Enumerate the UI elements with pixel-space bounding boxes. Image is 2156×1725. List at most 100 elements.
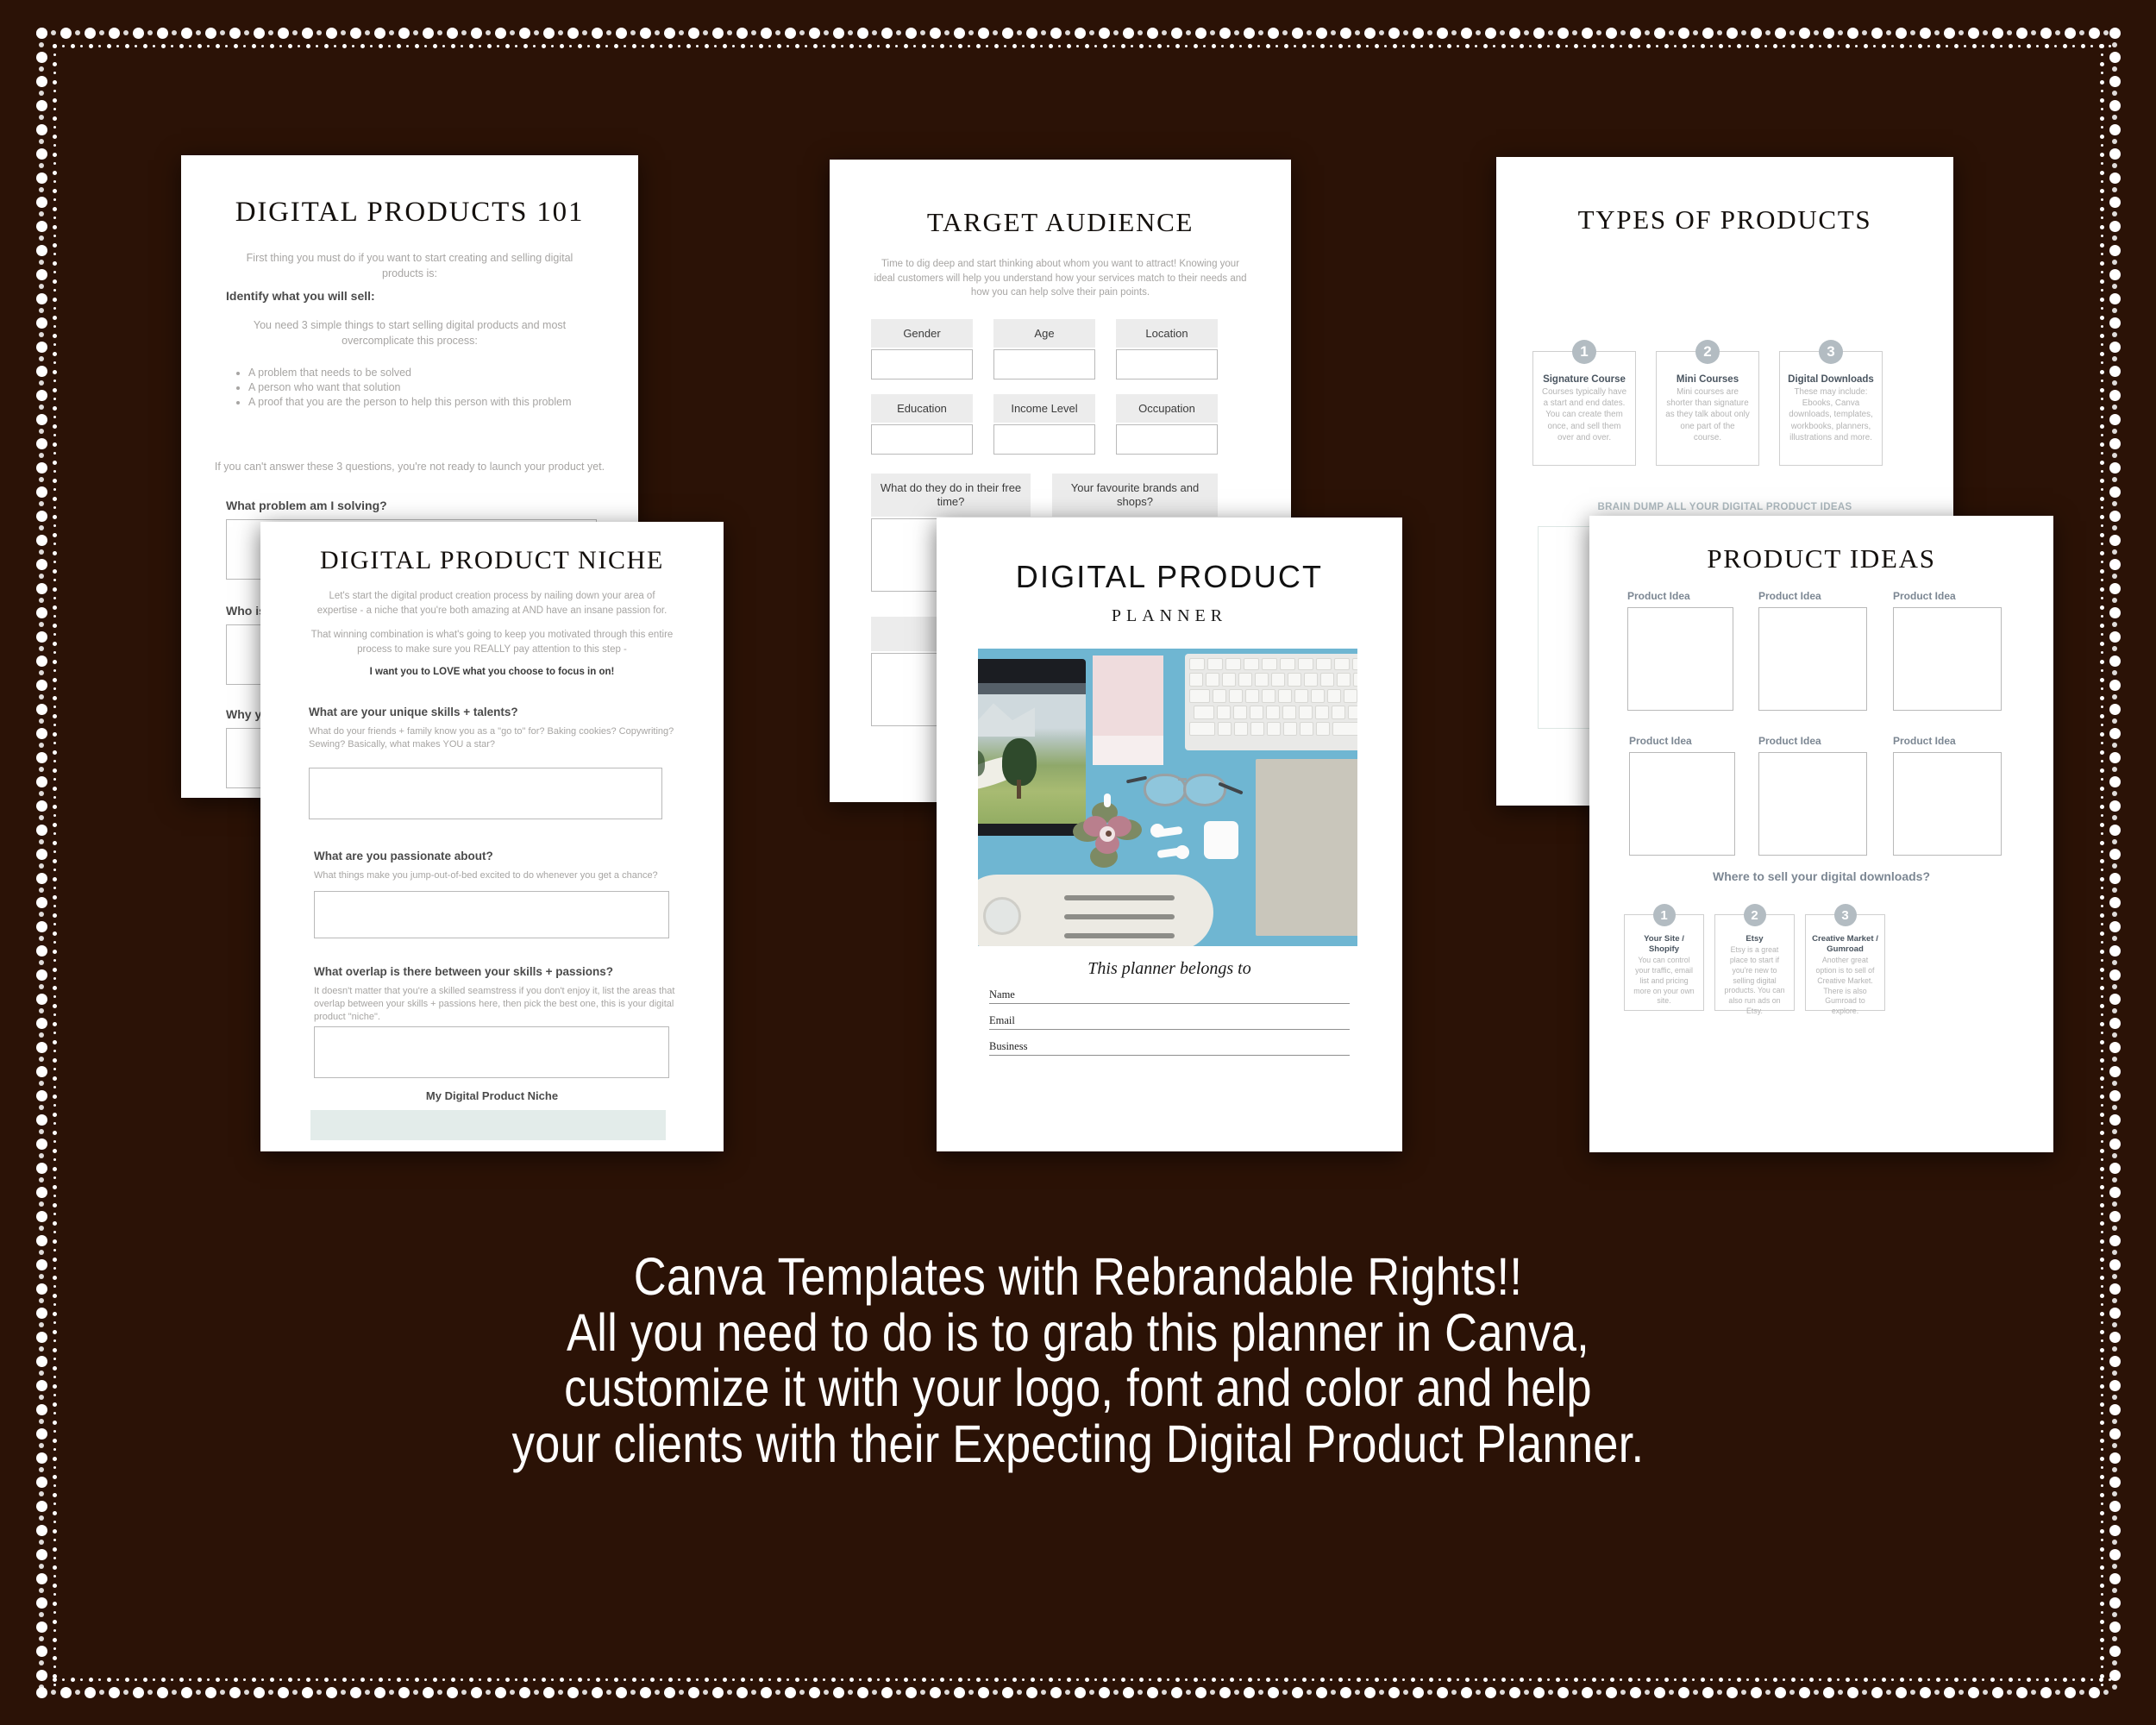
frame-dot	[2109, 1476, 2121, 1488]
frame-dot	[534, 30, 539, 35]
frame-dot	[229, 1686, 241, 1698]
field-email[interactable]: Email	[989, 1007, 1350, 1030]
frame-dot	[53, 1013, 56, 1016]
frame-dot	[2109, 655, 2121, 667]
niche-answer-highlight[interactable]	[310, 1110, 666, 1140]
frame-dot	[2099, 550, 2104, 555]
frame-dot	[1964, 44, 1966, 47]
frame-dot	[1149, 1678, 1151, 1681]
frame-dot	[2099, 1003, 2104, 1008]
frame-dot	[2099, 840, 2104, 845]
frame-dot	[1827, 43, 1832, 48]
frame-dot	[986, 1678, 988, 1681]
frame-dot	[1040, 1678, 1043, 1681]
frame-dot	[1983, 30, 1988, 35]
frame-dot	[1384, 1678, 1387, 1681]
frame-dot	[1388, 1686, 1400, 1698]
frame-dot	[432, 43, 437, 48]
frame-dot	[613, 1677, 618, 1682]
frame-dot	[2099, 586, 2104, 592]
frame-dot	[2088, 27, 2100, 39]
frame-dot	[1438, 44, 1441, 47]
product-idea-box[interactable]	[1629, 752, 1735, 856]
frame-dot	[2099, 260, 2104, 266]
frame-dot	[944, 30, 950, 35]
frame-dot	[1146, 27, 1158, 39]
frame-dot	[171, 1678, 173, 1681]
field-business[interactable]: Business	[989, 1033, 1350, 1056]
frame-dot	[1772, 1677, 1777, 1682]
frame-dot	[1475, 1678, 1477, 1681]
frame-dot	[52, 1510, 57, 1515]
field-input-occupation[interactable]	[1116, 424, 1218, 455]
frame-dot	[1873, 44, 1876, 47]
frame-dot	[856, 27, 868, 39]
frame-dot	[52, 786, 57, 791]
frame-dot	[1822, 27, 1834, 39]
field-input-location[interactable]	[1116, 349, 1218, 380]
frame-dot	[2100, 905, 2103, 907]
frame-dot	[2103, 1690, 2109, 1695]
frame-dot	[2109, 1645, 2121, 1657]
frame-dot	[1098, 1686, 1110, 1698]
frame-dot	[424, 44, 427, 47]
field-input-age[interactable]	[993, 349, 1095, 380]
frame-dot	[2099, 478, 2104, 483]
frame-dot	[2109, 1162, 2121, 1174]
frame-dot	[2099, 1112, 2104, 1117]
frame-dot	[2062, 1677, 2067, 1682]
frame-dot	[52, 1166, 57, 1171]
product-idea-box[interactable]	[1893, 607, 2002, 711]
product-idea-box[interactable]	[1758, 752, 1867, 856]
frame-dot	[39, 767, 44, 772]
answer-field-skills[interactable]	[309, 768, 662, 819]
frame-dot	[1291, 1686, 1303, 1698]
field-input-education[interactable]	[871, 424, 973, 455]
frame-dot	[1971, 43, 1977, 48]
answer-field-passionate[interactable]	[314, 891, 669, 938]
frame-dot	[53, 1611, 56, 1614]
product-idea-box[interactable]	[1758, 607, 1867, 711]
frame-dot	[35, 703, 47, 715]
frame-dot	[53, 180, 56, 183]
frame-dot	[388, 44, 391, 47]
frame-dot	[2100, 1249, 2103, 1251]
frame-dot	[993, 43, 999, 48]
frame-dot	[2100, 1430, 2103, 1433]
product-idea-label: Product Idea	[1627, 590, 1690, 602]
frame-dot	[2109, 437, 2121, 449]
frame-dot	[53, 1285, 56, 1288]
answer-field-overlap[interactable]	[314, 1026, 669, 1078]
product-idea-box[interactable]	[1627, 607, 1733, 711]
frame-dot	[53, 235, 56, 237]
frame-dot	[2109, 1379, 2121, 1391]
frame-dot	[52, 1347, 57, 1352]
frame-dot	[2112, 743, 2117, 748]
product-idea-box[interactable]	[1893, 752, 2002, 856]
frame-dot	[2112, 139, 2117, 144]
field-name[interactable]: Name	[989, 982, 1350, 1004]
frame-dot	[2100, 1086, 2103, 1088]
frame-dot	[2109, 606, 2121, 618]
frame-dot	[2099, 1402, 2104, 1407]
frame-dot	[1983, 1690, 1988, 1695]
frame-dot	[2109, 920, 2121, 932]
frame-dot	[261, 44, 264, 47]
frame-dot	[35, 413, 47, 425]
frame-dot	[2099, 387, 2104, 392]
field-input-income-level[interactable]	[993, 424, 1095, 455]
frame-dot	[2100, 724, 2103, 726]
frame-dot	[39, 332, 44, 337]
frame-dot	[2100, 1195, 2103, 1197]
frame-dot	[1084, 1677, 1089, 1682]
type-card-digital-downloads: 3 Digital Downloads These may include: E…	[1779, 340, 1883, 466]
frame-dot	[446, 1686, 458, 1698]
frame-dot	[52, 1148, 57, 1153]
frame-dot	[1315, 27, 1327, 39]
field-input-gender[interactable]	[871, 349, 973, 380]
frame-dot	[1211, 43, 1216, 48]
frame-dot	[1790, 1677, 1796, 1682]
frame-dot	[52, 1112, 57, 1117]
frame-dot	[2109, 99, 2121, 111]
caption-line-2: All you need to do is to grab this plann…	[567, 1302, 1589, 1362]
